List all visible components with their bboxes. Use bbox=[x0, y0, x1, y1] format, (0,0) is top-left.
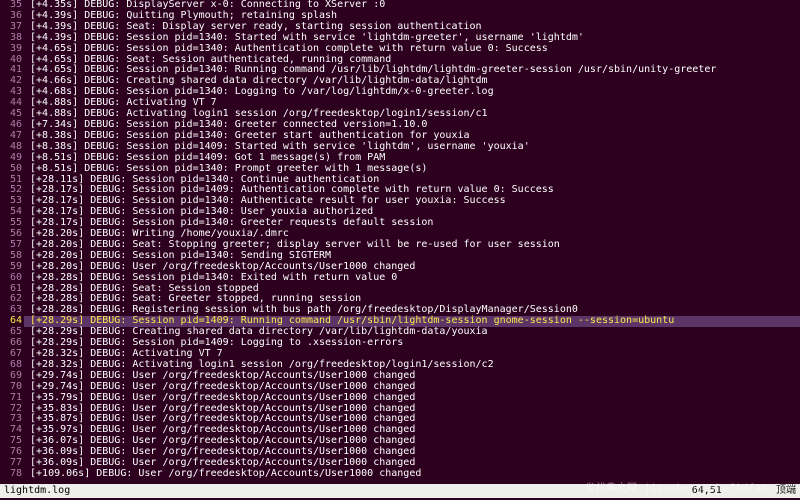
log-line: 50 [+8.51s] DEBUG: Session pid=1340: Pro… bbox=[0, 164, 800, 175]
line-number: 49 bbox=[0, 153, 24, 164]
log-line: 38 [+4.39s] DEBUG: Session pid=1340: Sta… bbox=[0, 33, 800, 44]
log-line: 78 [+109.06s] DEBUG: User /org/freedeskt… bbox=[0, 469, 800, 480]
log-line: 60 [+28.28s] DEBUG: Session pid=1340: Ex… bbox=[0, 273, 800, 284]
terminal-viewport[interactable]: 35 [+4.35s] DEBUG: DisplayServer x-0: Co… bbox=[0, 0, 800, 484]
line-content: [+35.79s] DEBUG: User /org/freedesktop/A… bbox=[24, 393, 415, 404]
line-content: [+29.74s] DEBUG: User /org/freedesktop/A… bbox=[24, 382, 415, 393]
line-content: [+109.06s] DEBUG: User /org/freedesktop/… bbox=[24, 469, 421, 480]
status-filename: lightdm.log bbox=[4, 484, 70, 498]
log-line: 71 [+35.79s] DEBUG: User /org/freedeskto… bbox=[0, 393, 800, 404]
line-number: 71 bbox=[0, 393, 24, 404]
line-number: 78 bbox=[0, 469, 24, 480]
line-content: [+8.51s] DEBUG: Session pid=1340: Prompt… bbox=[24, 164, 427, 175]
line-content: [+4.65s] DEBUG: Session pid=1340: Authen… bbox=[24, 44, 548, 55]
line-number: 70 bbox=[0, 382, 24, 393]
log-line: 39 [+4.65s] DEBUG: Session pid=1340: Aut… bbox=[0, 44, 800, 55]
line-number: 60 bbox=[0, 273, 24, 284]
line-content: [+8.51s] DEBUG: Session pid=1409: Got 1 … bbox=[24, 153, 385, 164]
watermark: 省代典文网 jigocheng.shafidfan.com bbox=[585, 484, 794, 495]
line-number: 38 bbox=[0, 33, 24, 44]
log-line: 49 [+8.51s] DEBUG: Session pid=1409: Got… bbox=[0, 153, 800, 164]
log-line: 70 [+29.74s] DEBUG: User /org/freedeskto… bbox=[0, 382, 800, 393]
line-content: [+4.39s] DEBUG: Session pid=1340: Starte… bbox=[24, 33, 584, 44]
line-number: 50 bbox=[0, 164, 24, 175]
line-number: 39 bbox=[0, 44, 24, 55]
line-content: [+28.28s] DEBUG: Session pid=1340: Exite… bbox=[24, 273, 397, 284]
